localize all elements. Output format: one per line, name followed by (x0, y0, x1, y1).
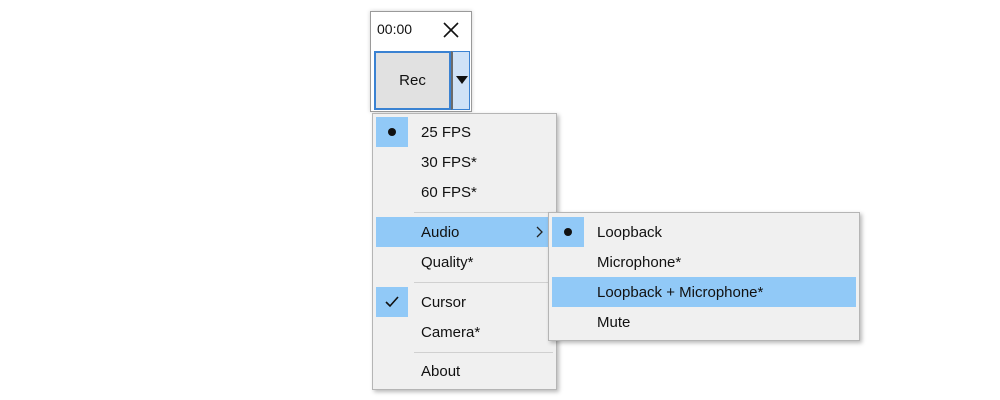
menu-item-label: 30 FPS* (421, 154, 477, 171)
menu-item-label: Quality* (421, 254, 474, 271)
check-mark (376, 287, 408, 317)
menu-separator (414, 352, 553, 353)
menu-item-camera[interactable]: Camera* (376, 317, 553, 347)
screen: 00:00 Rec 25 FPS 30 FPS* 60 FPS* Audio Q… (0, 0, 1000, 400)
submenu-item-loopback[interactable]: Loopback (552, 217, 856, 247)
submenu-item-mute[interactable]: Mute (552, 307, 856, 337)
menu-item-label: Loopback + Microphone* (597, 284, 764, 301)
radio-mark (376, 117, 408, 147)
audio-submenu: Loopback Microphone* Loopback + Micropho… (548, 212, 860, 341)
highlight-bg (376, 217, 553, 247)
chevron-right-icon (536, 226, 543, 238)
recorder-window: 00:00 Rec (370, 11, 472, 112)
menu-item-audio[interactable]: Audio (376, 217, 553, 247)
close-button[interactable] (441, 20, 461, 40)
menu-separator (414, 212, 553, 213)
menu-item-label: Audio (421, 224, 460, 241)
menu-item-cursor[interactable]: Cursor (376, 287, 553, 317)
menu-item-label: 25 FPS (421, 124, 472, 141)
triangle-down-icon (456, 76, 468, 84)
menu-item-label: Camera* (421, 324, 481, 341)
menu-item-label: 60 FPS* (421, 184, 477, 201)
menu-item-30-fps[interactable]: 30 FPS* (376, 147, 553, 177)
menu-item-quality[interactable]: Quality* (376, 247, 553, 277)
menu-item-25-fps[interactable]: 25 FPS (376, 117, 553, 147)
menu-item-label: Microphone* (597, 254, 682, 271)
menu-item-label: Loopback (597, 224, 663, 241)
radio-dot-icon (388, 128, 396, 136)
radio-dot-icon (564, 228, 572, 236)
menu-item-60-fps[interactable]: 60 FPS* (376, 177, 553, 207)
submenu-item-microphone[interactable]: Microphone* (552, 247, 856, 277)
close-x-icon (443, 22, 459, 38)
menu-item-label: About (421, 363, 461, 380)
rec-button[interactable]: Rec (374, 51, 451, 110)
menu-item-label: Mute (597, 314, 631, 331)
rec-button-label: Rec (399, 72, 426, 89)
radio-mark (552, 217, 584, 247)
submenu-item-loopback-microphone[interactable]: Loopback + Microphone* (552, 277, 856, 307)
menu-item-about[interactable]: About (376, 356, 553, 386)
timer-display: 00:00 (377, 21, 413, 37)
options-dropdown-button[interactable] (451, 51, 470, 110)
menu-separator (414, 282, 553, 283)
checkmark-icon (385, 296, 399, 308)
options-menu: 25 FPS 30 FPS* 60 FPS* Audio Quality* Cu… (372, 113, 557, 390)
menu-item-label: Cursor (421, 294, 467, 311)
